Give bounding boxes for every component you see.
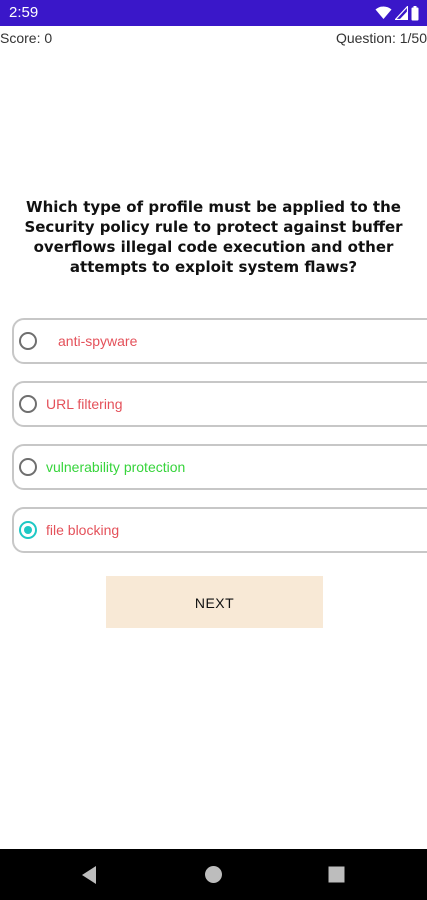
score-label: Score: 0 bbox=[0, 30, 53, 46]
back-icon[interactable] bbox=[80, 865, 98, 885]
status-bar: 2:59 bbox=[0, 0, 427, 26]
radio-button[interactable] bbox=[19, 332, 37, 350]
question-counter: Question: 1/50 bbox=[335, 30, 427, 46]
radio-button[interactable] bbox=[19, 458, 37, 476]
radio-button[interactable] bbox=[19, 395, 37, 413]
next-button[interactable]: NEXT bbox=[106, 576, 323, 628]
cellular-signal-icon bbox=[395, 6, 408, 20]
radio-button-selected[interactable] bbox=[19, 521, 37, 539]
status-icons bbox=[375, 5, 419, 21]
question-text: Which type of profile must be applied to… bbox=[24, 198, 403, 276]
wifi-icon bbox=[375, 6, 392, 20]
status-time: 2:59 bbox=[9, 4, 39, 21]
option-file-blocking[interactable]: file blocking bbox=[12, 507, 427, 553]
option-vulnerability-protection[interactable]: vulnerability protection bbox=[12, 444, 427, 490]
option-url-filtering[interactable]: URL filtering bbox=[12, 381, 427, 427]
battery-icon bbox=[411, 5, 419, 21]
navigation-bar bbox=[0, 849, 427, 900]
quiz-info-row: Score: 0 Question: 1/50 bbox=[0, 29, 427, 49]
option-anti-spyware[interactable]: anti-spyware bbox=[12, 318, 427, 364]
home-icon[interactable] bbox=[204, 865, 223, 884]
option-label: file blocking bbox=[46, 522, 120, 538]
recents-icon[interactable] bbox=[328, 866, 345, 883]
option-label: URL filtering bbox=[46, 396, 123, 412]
option-label: vulnerability protection bbox=[46, 459, 186, 475]
option-label: anti-spyware bbox=[58, 333, 138, 349]
